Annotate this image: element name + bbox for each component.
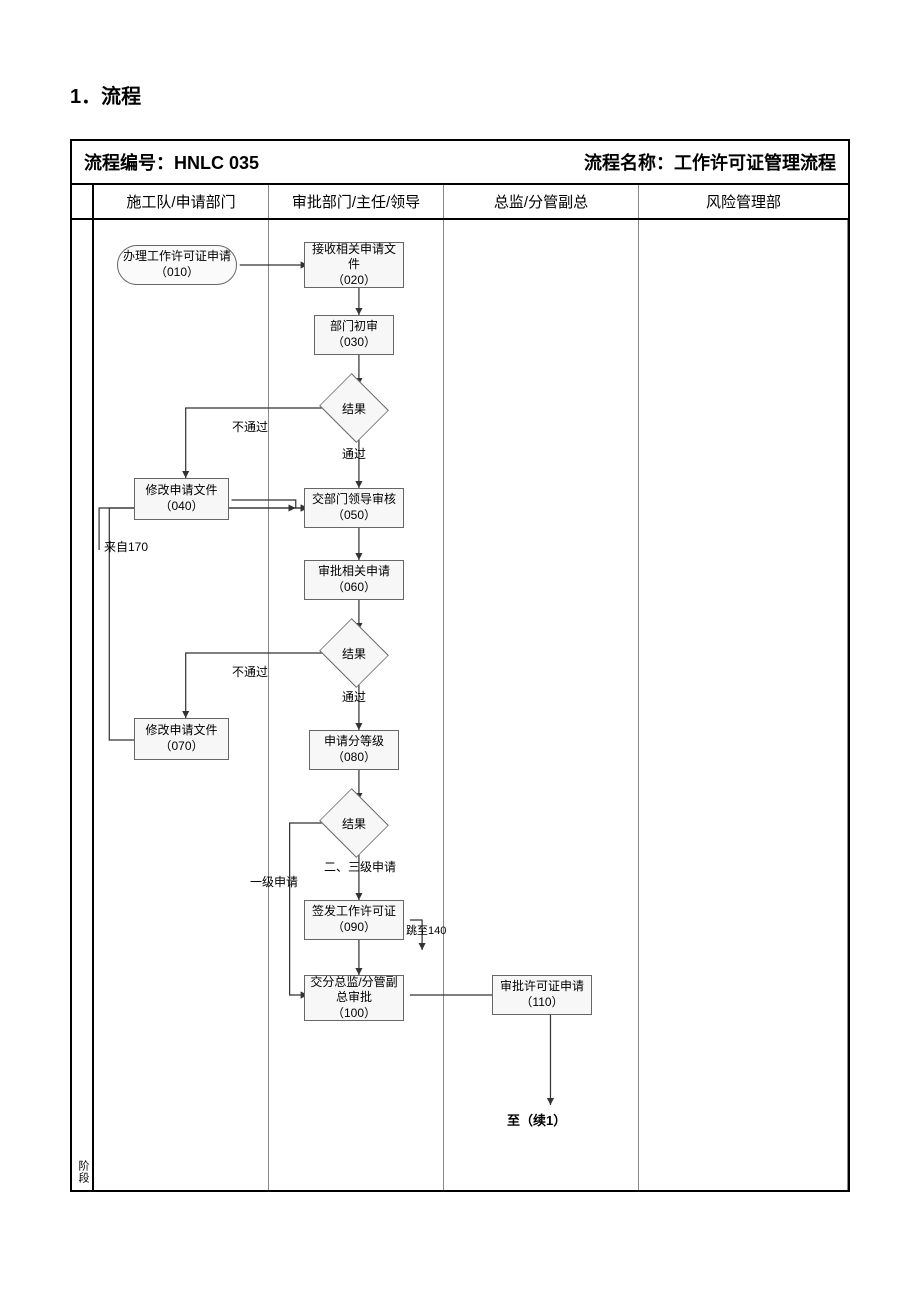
node-040-code: （040）: [159, 499, 203, 515]
edge-pass-1: 通过: [342, 445, 366, 462]
node-030: 部门初审 （030）: [314, 315, 394, 355]
decision-3: 结果: [319, 800, 389, 846]
flow-name: 流程名称：工作许可证管理流程: [584, 149, 836, 175]
edge-fail-1: 不通过: [232, 418, 268, 435]
node-050-title: 交部门领导审核: [312, 492, 396, 508]
node-080-title: 申请分等级: [324, 734, 384, 750]
decision-1: 结果: [319, 385, 389, 431]
ref-continue-1: 至（续1）: [507, 1110, 566, 1129]
node-060: 审批相关申请 （060）: [304, 560, 404, 600]
node-090-code: （090）: [332, 920, 376, 936]
node-040-title: 修改申请文件: [145, 483, 217, 499]
phase-column: 阶段: [72, 220, 94, 1190]
node-060-title: 审批相关申请: [318, 564, 390, 580]
lane-header-1: 施工队/申请部门: [94, 185, 269, 218]
edge-fail-2: 不通过: [232, 663, 268, 680]
node-030-code: （030）: [332, 335, 376, 351]
decision-2-label: 结果: [342, 645, 366, 662]
lane-3: [444, 220, 639, 1190]
node-010-start: 办理工作许可证申请 （010）: [117, 245, 237, 285]
edge-level1: 一级申请: [250, 873, 298, 890]
decision-3-label: 结果: [342, 815, 366, 832]
node-020: 接收相关申请文件 （020）: [304, 242, 404, 288]
node-020-title: 接收相关申请文件: [309, 242, 399, 273]
lane-header-2: 审批部门/主任/领导: [269, 185, 444, 218]
node-010-code: （010）: [155, 265, 199, 281]
node-100-title: 交分总监/分管副总审批: [309, 975, 399, 1006]
node-080: 申请分等级 （080）: [309, 730, 399, 770]
lane-1: [94, 220, 269, 1190]
node-020-code: （020）: [332, 273, 376, 289]
node-100: 交分总监/分管副总审批 （100）: [304, 975, 404, 1021]
flow-name-value: 工作许可证管理流程: [674, 153, 836, 173]
lane-2: [269, 220, 444, 1190]
node-090: 签发工作许可证 （090）: [304, 900, 404, 940]
flow-id-value: HNLC 035: [174, 153, 259, 173]
lanes-header: 施工队/申请部门 审批部门/主任/领导 总监/分管副总 风险管理部: [72, 185, 848, 220]
node-040: 修改申请文件 （040）: [134, 478, 229, 520]
lane-header-3: 总监/分管副总: [444, 185, 639, 218]
flowchart-container: 流程编号：HNLC 035 流程名称：工作许可证管理流程 施工队/申请部门 审批…: [70, 139, 850, 1192]
phase-label: 阶段: [75, 1160, 91, 1184]
node-070-code: （070）: [159, 739, 203, 755]
edge-level23: 二、三级申请: [324, 858, 396, 875]
node-100-code: （100）: [332, 1006, 376, 1022]
decision-2: 结果: [319, 630, 389, 676]
decision-1-label: 结果: [342, 400, 366, 417]
node-050-code: （050）: [332, 508, 376, 524]
node-070: 修改申请文件 （070）: [134, 718, 229, 760]
flow-id-label: 流程编号：: [84, 153, 174, 173]
node-080-code: （080）: [332, 750, 376, 766]
node-060-code: （060）: [332, 580, 376, 596]
ref-to-140: 跳至140: [406, 922, 446, 938]
node-070-title: 修改申请文件: [145, 723, 217, 739]
ref-from-170: 来自170: [104, 538, 148, 555]
node-110-code: （110）: [520, 995, 563, 1011]
phase-header: [72, 185, 94, 218]
flow-body: 阶段: [72, 220, 848, 1190]
node-090-title: 签发工作许可证: [312, 904, 396, 920]
node-110: 审批许可证申请 （110）: [492, 975, 592, 1015]
node-030-title: 部门初审: [330, 319, 378, 335]
node-050: 交部门领导审核 （050）: [304, 488, 404, 528]
node-110-title: 审批许可证申请: [500, 979, 584, 995]
lane-4: [639, 220, 848, 1190]
flow-header: 流程编号：HNLC 035 流程名称：工作许可证管理流程: [72, 141, 848, 185]
flow-id: 流程编号：HNLC 035: [84, 149, 259, 175]
lane-header-4: 风险管理部: [639, 185, 848, 218]
edge-pass-2: 通过: [342, 688, 366, 705]
flow-name-label: 流程名称：: [584, 153, 674, 173]
section-title: 1．流程: [70, 80, 850, 109]
node-010-title: 办理工作许可证申请: [123, 249, 231, 265]
